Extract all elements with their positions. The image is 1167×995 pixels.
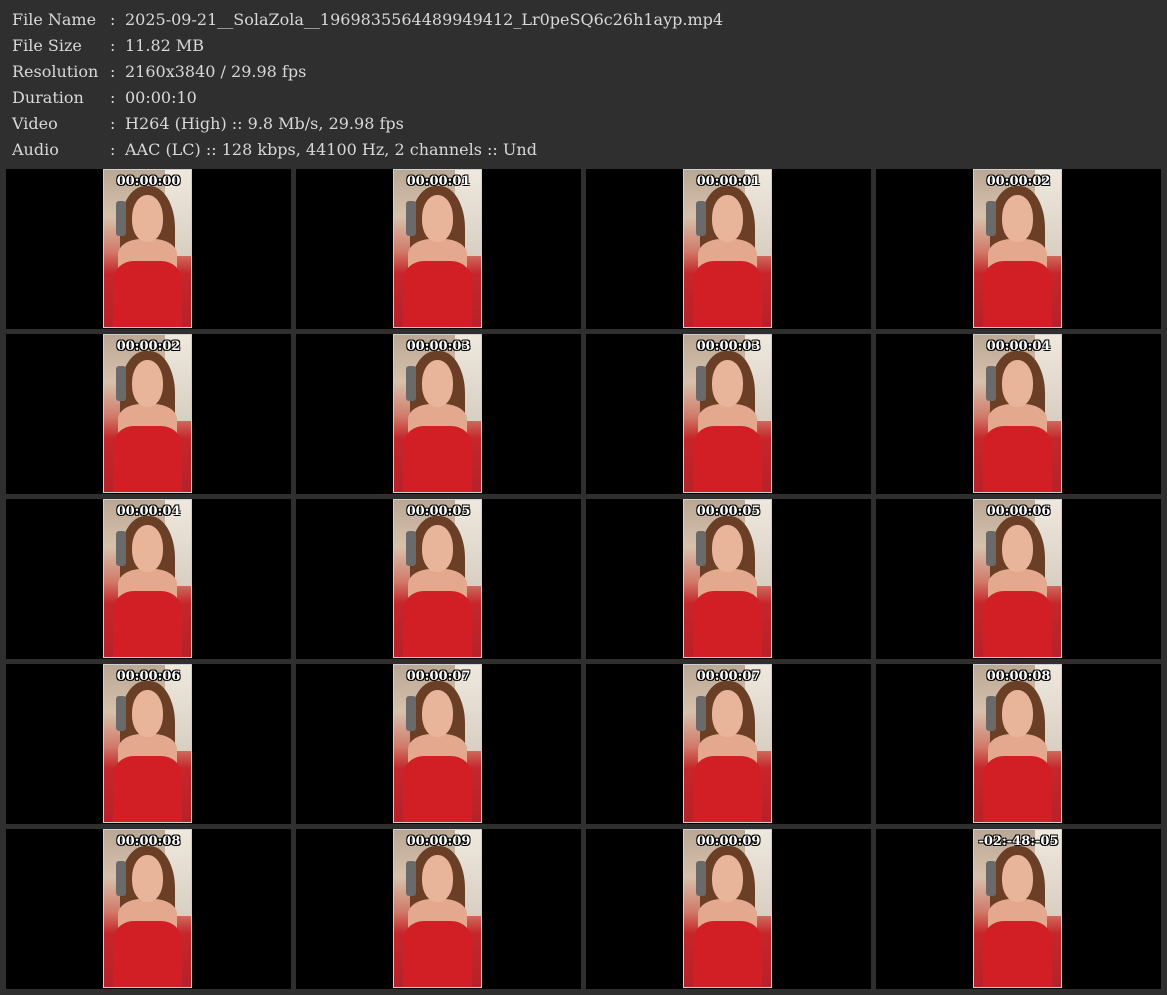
frame-timestamp: 00:00:07 bbox=[696, 669, 761, 684]
thumbnail-cell: 00:00:03 bbox=[296, 334, 581, 494]
frame-timestamp: 00:00:05 bbox=[406, 504, 471, 519]
video-frame-thumbnail: 00:00:07 bbox=[683, 664, 772, 823]
thumbnail-cell: 00:00:05 bbox=[586, 499, 871, 659]
frame-timestamp: 00:00:06 bbox=[986, 504, 1051, 519]
video-frame-thumbnail: 00:00:03 bbox=[393, 334, 482, 493]
video-frame-thumbnail: 00:00:08 bbox=[103, 829, 192, 988]
video-frame-thumbnail: 00:00:05 bbox=[683, 499, 772, 658]
frame-timestamp: 00:00:06 bbox=[116, 669, 181, 684]
video-frame-thumbnail: 00:00:03 bbox=[683, 334, 772, 493]
thumbnail-cell: 00:00:09 bbox=[296, 829, 581, 989]
video-frame-thumbnail: 00:00:06 bbox=[103, 664, 192, 823]
video-frame-thumbnail: 00:00:04 bbox=[103, 499, 192, 658]
thumbnail-cell: 00:00:01 bbox=[296, 169, 581, 329]
frame-timestamp: 00:00:07 bbox=[406, 669, 471, 684]
frame-timestamp: 00:00:01 bbox=[406, 174, 471, 189]
frame-timestamp: 00:00:04 bbox=[116, 504, 181, 519]
thumbnail-cell: 00:00:02 bbox=[876, 169, 1161, 329]
video-frame-thumbnail: 00:00:02 bbox=[973, 169, 1062, 328]
frame-timestamp: 00:00:04 bbox=[986, 339, 1051, 354]
video-frame-thumbnail: 00:00:05 bbox=[393, 499, 482, 658]
frame-timestamp: 00:00:03 bbox=[696, 339, 761, 354]
frame-timestamp: 00:00:02 bbox=[986, 174, 1051, 189]
frame-timestamp: 00:00:02 bbox=[116, 339, 181, 354]
frame-timestamp: 00:00:00 bbox=[116, 174, 181, 189]
thumbnail-cell: 00:00:07 bbox=[586, 664, 871, 824]
thumbnail-cell: 00:00:00 bbox=[6, 169, 291, 329]
video-frame-thumbnail: 00:00:07 bbox=[393, 664, 482, 823]
thumbnail-cell: 00:00:06 bbox=[6, 664, 291, 824]
thumbnail-cell: 00:00:06 bbox=[876, 499, 1161, 659]
video-frame-thumbnail: 00:00:04 bbox=[973, 334, 1062, 493]
frame-timestamp: 00:00:08 bbox=[986, 669, 1051, 684]
frame-timestamp: 00:00:09 bbox=[696, 834, 761, 849]
thumbnail-cell: -02:-48:-05 bbox=[876, 829, 1161, 989]
video-frame-thumbnail: 00:00:02 bbox=[103, 334, 192, 493]
frame-timestamp: 00:00:05 bbox=[696, 504, 761, 519]
frame-timestamp: 00:00:01 bbox=[696, 174, 761, 189]
frame-timestamp: -02:-48:-05 bbox=[978, 834, 1059, 849]
video-frame-thumbnail: 00:00:00 bbox=[103, 169, 192, 328]
thumbnail-cell: 00:00:09 bbox=[586, 829, 871, 989]
video-frame-thumbnail: 00:00:06 bbox=[973, 499, 1062, 658]
frame-timestamp: 00:00:03 bbox=[406, 339, 471, 354]
thumbnail-cell: 00:00:03 bbox=[586, 334, 871, 494]
thumbnail-grid: 00:00:00 00:00:01 00:00:01 00:00:02 00:00:02… bbox=[0, 0, 1167, 995]
thumbnail-cell: 00:00:01 bbox=[586, 169, 871, 329]
frame-timestamp: 00:00:08 bbox=[116, 834, 181, 849]
thumbnail-cell: 00:00:08 bbox=[876, 664, 1161, 824]
thumbnail-cell: 00:00:04 bbox=[876, 334, 1161, 494]
video-frame-thumbnail: 00:00:09 bbox=[683, 829, 772, 988]
thumbnail-cell: 00:00:04 bbox=[6, 499, 291, 659]
video-frame-thumbnail: 00:00:09 bbox=[393, 829, 482, 988]
video-frame-thumbnail: 00:00:01 bbox=[683, 169, 772, 328]
thumbnail-cell: 00:00:05 bbox=[296, 499, 581, 659]
video-frame-thumbnail: -02:-48:-05 bbox=[973, 829, 1062, 988]
frame-timestamp: 00:00:09 bbox=[406, 834, 471, 849]
thumbnail-cell: 00:00:07 bbox=[296, 664, 581, 824]
thumbnail-cell: 00:00:08 bbox=[6, 829, 291, 989]
video-frame-thumbnail: 00:00:01 bbox=[393, 169, 482, 328]
video-frame-thumbnail: 00:00:08 bbox=[973, 664, 1062, 823]
thumbnail-cell: 00:00:02 bbox=[6, 334, 291, 494]
